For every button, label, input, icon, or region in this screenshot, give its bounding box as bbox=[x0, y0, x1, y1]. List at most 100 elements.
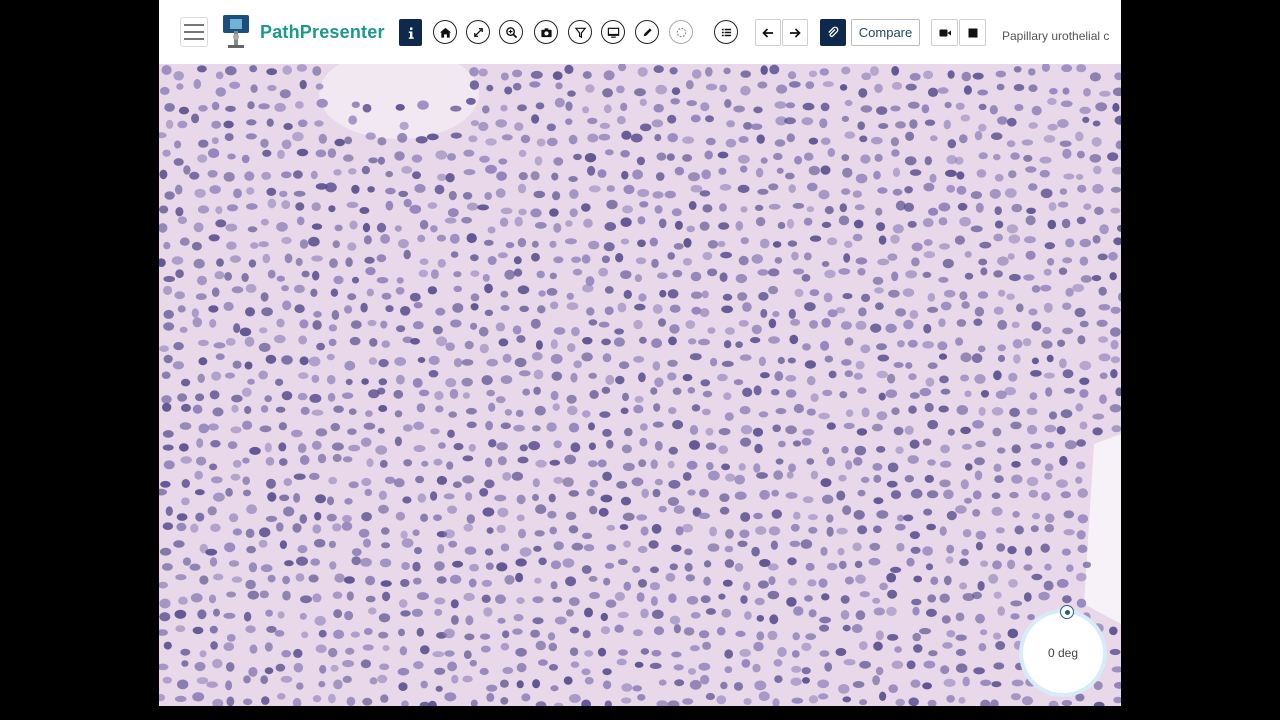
attach-button[interactable] bbox=[820, 19, 846, 46]
annotate-button[interactable] bbox=[635, 20, 659, 44]
cell-nucleus bbox=[955, 505, 967, 514]
cell-nucleus bbox=[1031, 357, 1039, 365]
cell-nucleus bbox=[691, 69, 702, 79]
cell-nucleus bbox=[751, 324, 762, 335]
record-video-button[interactable] bbox=[931, 19, 958, 46]
cell-nucleus bbox=[308, 574, 319, 583]
cell-nucleus bbox=[826, 237, 838, 246]
cell-nucleus bbox=[891, 407, 900, 416]
cell-nucleus bbox=[417, 357, 426, 363]
info-button[interactable] bbox=[399, 19, 422, 46]
cell-nucleus bbox=[550, 353, 563, 364]
cell-nucleus bbox=[930, 576, 939, 585]
cell-nucleus bbox=[312, 695, 322, 703]
cell-nucleus bbox=[535, 102, 545, 110]
cell-nucleus bbox=[838, 684, 850, 694]
cell-nucleus bbox=[835, 648, 847, 656]
cell-nucleus bbox=[630, 133, 643, 143]
cell-nucleus bbox=[810, 393, 819, 402]
cell-nucleus bbox=[792, 632, 800, 641]
cell-nucleus bbox=[1021, 139, 1034, 146]
cell-nucleus bbox=[261, 696, 270, 705]
cell-nucleus bbox=[333, 679, 343, 690]
cell-nucleus bbox=[310, 558, 321, 566]
cell-nucleus bbox=[602, 88, 613, 98]
cell-nucleus bbox=[616, 116, 626, 125]
screenshot-button[interactable] bbox=[534, 20, 558, 44]
cell-nucleus bbox=[1044, 242, 1055, 250]
cell-nucleus bbox=[740, 206, 748, 213]
cell-nucleus bbox=[250, 84, 258, 93]
cell-nucleus bbox=[225, 66, 237, 76]
cell-nucleus bbox=[820, 546, 828, 556]
cell-nucleus bbox=[572, 268, 583, 276]
compare-button[interactable]: Compare bbox=[851, 19, 920, 46]
cell-nucleus bbox=[768, 576, 776, 586]
cell-nucleus bbox=[617, 558, 628, 566]
lasso-button[interactable] bbox=[669, 20, 693, 44]
cell-nucleus bbox=[1013, 66, 1022, 73]
home-button[interactable] bbox=[433, 20, 457, 44]
cell-nucleus bbox=[293, 473, 306, 480]
cell-nucleus bbox=[668, 336, 677, 346]
cell-nucleus bbox=[462, 392, 470, 399]
cell-nucleus bbox=[1083, 87, 1091, 97]
cell-nucleus bbox=[1076, 572, 1087, 582]
cell-nucleus bbox=[1030, 525, 1039, 533]
cell-nucleus bbox=[841, 188, 851, 195]
cell-nucleus bbox=[173, 71, 184, 81]
cell-nucleus bbox=[606, 199, 618, 210]
cell-nucleus bbox=[875, 666, 884, 676]
filter-button[interactable] bbox=[568, 20, 592, 44]
rotation-handle[interactable] bbox=[1060, 605, 1074, 619]
cell-nucleus bbox=[905, 270, 918, 279]
cell-nucleus bbox=[1038, 591, 1050, 601]
cell-nucleus bbox=[860, 344, 871, 354]
cell-nucleus bbox=[281, 200, 291, 210]
cell-nucleus bbox=[1007, 253, 1015, 260]
cell-nucleus bbox=[996, 543, 1006, 552]
cell-nucleus bbox=[668, 407, 677, 415]
cell-nucleus bbox=[907, 455, 919, 464]
cell-nucleus bbox=[226, 241, 237, 250]
cell-nucleus bbox=[501, 134, 513, 141]
cell-nucleus bbox=[960, 114, 971, 122]
cell-nucleus bbox=[1092, 183, 1104, 194]
cell-nucleus bbox=[879, 691, 887, 701]
cell-nucleus bbox=[163, 460, 175, 470]
cell-nucleus bbox=[1045, 441, 1055, 449]
stop-button[interactable] bbox=[959, 19, 986, 46]
cell-nucleus bbox=[1098, 304, 1111, 311]
cell-nucleus bbox=[1010, 600, 1023, 607]
cell-nucleus bbox=[806, 408, 816, 416]
fullscreen-button[interactable] bbox=[466, 20, 490, 44]
cell-nucleus bbox=[453, 443, 464, 451]
cell-nucleus bbox=[997, 447, 1006, 454]
cell-nucleus bbox=[308, 356, 321, 367]
cell-nucleus bbox=[857, 387, 867, 394]
cell-nucleus bbox=[378, 504, 389, 514]
cell-nucleus bbox=[701, 290, 709, 299]
next-button[interactable] bbox=[782, 19, 808, 46]
cell-nucleus bbox=[512, 69, 523, 78]
cell-nucleus bbox=[653, 103, 664, 113]
cell-nucleus bbox=[743, 698, 752, 705]
zoom-button[interactable] bbox=[499, 20, 523, 44]
cell-nucleus bbox=[464, 633, 475, 641]
cell-nucleus bbox=[1031, 105, 1042, 116]
cell-nucleus bbox=[284, 253, 293, 264]
cell-nucleus bbox=[377, 156, 385, 165]
hamburger-menu-button[interactable] bbox=[180, 17, 208, 47]
cell-nucleus bbox=[211, 137, 219, 145]
cell-nucleus bbox=[260, 564, 273, 573]
cell-nucleus bbox=[937, 341, 948, 351]
cell-nucleus bbox=[786, 471, 794, 479]
display-button[interactable] bbox=[601, 20, 625, 44]
slide-viewer[interactable]: 0 deg bbox=[159, 64, 1121, 706]
cell-nucleus bbox=[1041, 492, 1051, 501]
cell-nucleus bbox=[909, 119, 918, 129]
list-button[interactable] bbox=[714, 20, 738, 44]
previous-button[interactable] bbox=[755, 19, 781, 46]
rotation-control[interactable]: 0 deg bbox=[1019, 605, 1107, 697]
cell-nucleus bbox=[943, 119, 951, 130]
